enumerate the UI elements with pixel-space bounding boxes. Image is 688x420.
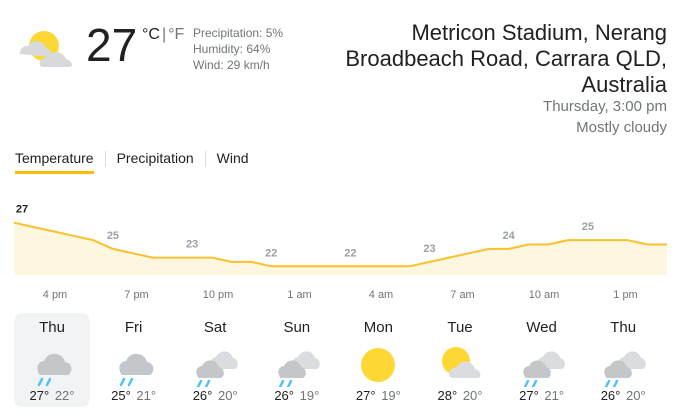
chart-tabs: Temperature Precipitation Wind (15, 148, 249, 176)
time-label: 4 pm (43, 289, 67, 301)
forecast-high: 26° (600, 388, 621, 403)
time-label: 4 am (369, 289, 393, 301)
time-label: 1 am (287, 289, 311, 301)
forecast-day[interactable]: Fri 25° 21° (96, 313, 172, 407)
current-details: Precipitation: 5% Humidity: 64% Wind: 29… (193, 25, 283, 73)
forecast-day-name: Thu (610, 319, 637, 336)
cloud-rain-icon (604, 351, 647, 387)
forecast-high: 26° (274, 388, 294, 403)
tab-divider (204, 151, 206, 167)
temperature-label: 27 (16, 204, 28, 216)
forecast-day[interactable]: Thu 27° 22° (14, 313, 90, 407)
forecast-day-name: Tue (447, 319, 473, 336)
temperature-label: 23 (423, 243, 435, 255)
time-label: 7 pm (124, 289, 148, 301)
unit-toggle: °C | °F (142, 26, 184, 44)
forecast-day[interactable]: Wed 27° 21° (504, 313, 580, 407)
temperature-chart-svg: 27 25 23 22 22 23 24 25 4 pm 7 pm 10 pm 1 am 4 am 7 a… (13, 204, 667, 301)
forecast-day[interactable]: Sun 26° 19° (259, 313, 335, 407)
unit-fahrenheit-button[interactable]: °F (168, 26, 184, 43)
temperature-label: 25 (582, 221, 594, 233)
forecast-low: 21° (544, 388, 565, 403)
sun-icon (361, 348, 396, 382)
partly-cloudy-icon (19, 31, 73, 67)
current-datetime: Thursday, 3:00 pm (543, 98, 667, 115)
forecast-low: 22° (54, 388, 75, 403)
forecast-temps: 27° 21° (504, 388, 580, 404)
forecast-day[interactable]: Tue 28° 20° (422, 313, 498, 407)
forecast-temps: 27° 22° (14, 388, 90, 404)
tab-divider (104, 151, 106, 167)
forecast-day-name: Sat (203, 319, 227, 336)
partly-cloudy-icon (442, 347, 481, 378)
forecast-day[interactable]: Thu 26° 20° (585, 313, 661, 407)
forecast-high: 26° (192, 388, 213, 403)
precipitation-text: Precipitation: 5% (193, 26, 284, 40)
time-label: 10 am (529, 289, 560, 301)
forecast-high: 27° (355, 388, 376, 403)
forecast-temps: 26° 20° (177, 388, 253, 404)
forecast-day-name: Wed (526, 319, 557, 336)
forecast-temps: 28° 20° (422, 388, 498, 404)
forecast-temps: 26° 19° (259, 388, 335, 404)
current-temperature: 27 (86, 19, 138, 71)
location-title: Metricon Stadium, Nerang Broadbeach Road… (345, 20, 667, 97)
forecast-high: 27° (519, 388, 539, 403)
tab-precipitation[interactable]: Precipitation (117, 148, 194, 174)
forecast-day-name: Thu (39, 319, 65, 336)
cloud-rain-icon (277, 351, 320, 387)
tab-temperature[interactable]: Temperature (15, 148, 94, 174)
daily-forecast: Thu 27° 22° Fri 25° 21° Sat 26° 20° Sun 26° 19°… (14, 313, 674, 407)
forecast-temps: 27° 19° (340, 388, 416, 404)
forecast-temps: 25° 21° (96, 388, 172, 404)
forecast-temps: 26° 20° (585, 388, 661, 404)
rain-cloud-icon (37, 353, 72, 387)
rain-cloud-icon (118, 353, 154, 387)
temperature-label: 23 (186, 239, 198, 251)
forecast-high: 25° (111, 388, 131, 403)
time-label: 1 pm (613, 289, 637, 301)
forecast-low: 20° (218, 388, 238, 403)
forecast-low: 19° (299, 388, 320, 403)
unit-separator: | (161, 26, 167, 43)
temperature-label: 25 (107, 230, 119, 242)
forecast-low: 20° (462, 388, 483, 403)
forecast-low: 20° (626, 388, 646, 403)
forecast-day[interactable]: Sat 26° 20° (177, 313, 253, 407)
temperature-label: 24 (503, 230, 516, 242)
time-label: 10 pm (203, 289, 234, 301)
forecast-low: 19° (381, 388, 401, 403)
tab-wind[interactable]: Wind (217, 148, 249, 174)
cloud-rain-icon (196, 351, 239, 387)
forecast-day[interactable]: Mon 27° 19° (340, 313, 416, 407)
forecast-day-name: Mon (363, 319, 393, 336)
temperature-label: 22 (344, 247, 356, 259)
forecast-low: 21° (136, 388, 157, 403)
temperature-chart[interactable]: 27 25 23 22 22 23 24 25 4 pm 7 pm 10 pm 1 am 4 am 7 a… (0, 190, 688, 310)
cloud-rain-icon (522, 351, 565, 387)
time-label: 7 am (450, 289, 474, 301)
forecast-high: 27° (29, 388, 50, 403)
current-condition: Mostly cloudy (576, 119, 667, 136)
wind-text: Wind: 29 km/h (193, 58, 270, 72)
location-subtitle: Thursday, 3:00 pm Mostly cloudy (543, 96, 667, 138)
forecast-day-name: Sun (283, 319, 311, 336)
temperature-label: 22 (265, 247, 277, 259)
unit-celsius-button[interactable]: °C (142, 26, 160, 43)
forecast-high: 28° (437, 388, 458, 403)
humidity-text: Humidity: 64% (193, 42, 271, 56)
forecast-day-name: Fri (124, 319, 143, 336)
